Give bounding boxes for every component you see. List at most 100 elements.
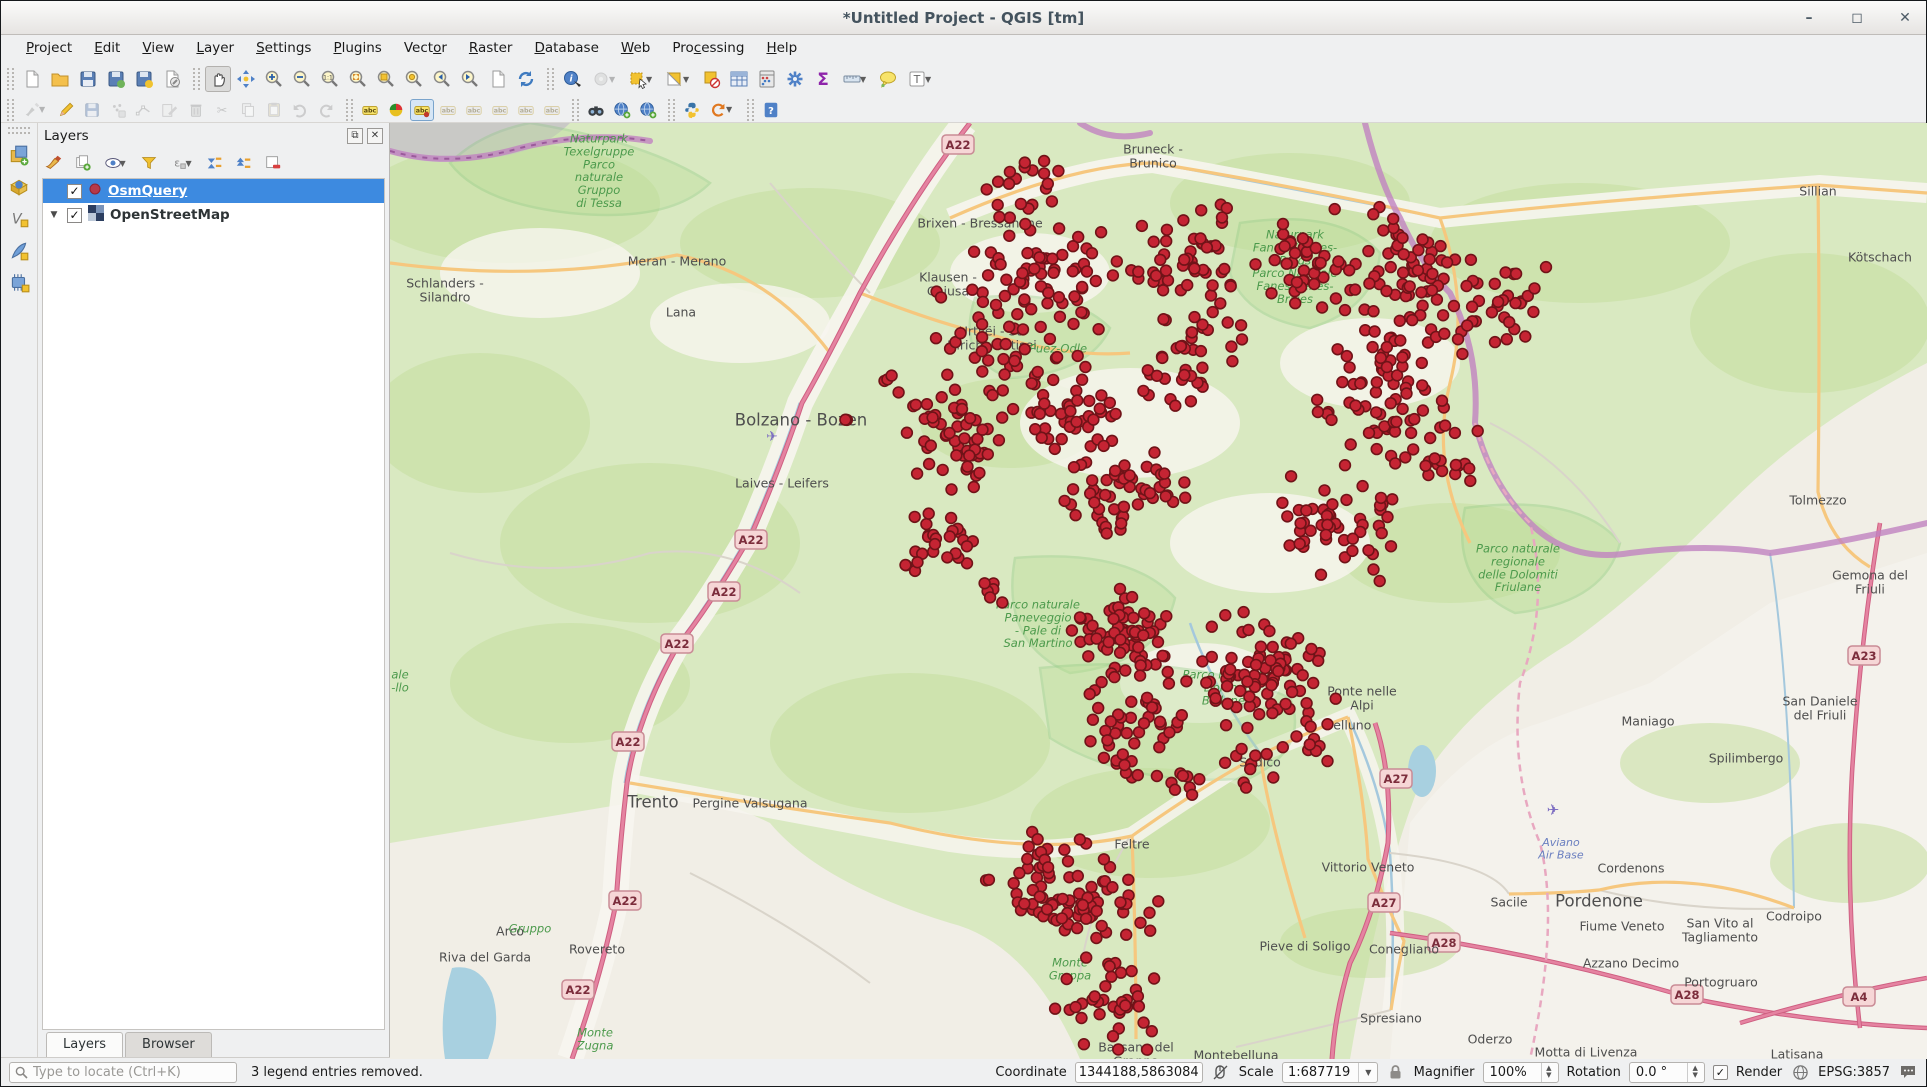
paste-features-icon[interactable] [262,99,286,121]
deselect-features-icon[interactable] [698,66,724,92]
layer-checkbox[interactable]: ✓ [67,184,82,199]
lock-scale-icon[interactable] [1386,1062,1406,1082]
project-properties-icon[interactable] [159,66,185,92]
toggle-editing-icon[interactable] [54,99,78,121]
menu-vector[interactable]: Vector [393,37,458,59]
toolbar-handle[interactable] [668,99,675,121]
toolbar-handle[interactable] [7,68,14,90]
select-features-icon[interactable]: ▼ [624,66,659,92]
new-map-view-icon[interactable] [485,66,511,92]
pin-labels-icon[interactable]: abc [410,99,434,121]
highlight-pinned-icon[interactable]: abc [436,99,460,121]
menu-processing[interactable]: Processing [661,37,755,59]
quickosm-icon[interactable] [636,99,660,121]
collapse-all-icon[interactable] [232,151,256,175]
zoom-native-icon[interactable]: 1:1 [317,66,343,92]
menu-help[interactable]: Help [755,37,808,59]
panel-close-icon[interactable]: ✕ [367,128,383,144]
menu-view[interactable]: View [131,37,185,59]
manage-map-themes-icon[interactable]: ▼ [100,151,132,175]
refresh-icon[interactable] [513,66,539,92]
cut-features-icon[interactable]: ✂ [210,99,234,121]
maximize-button[interactable]: ◻ [1846,7,1868,29]
menu-edit[interactable]: Edit [83,37,131,59]
current-edits-icon[interactable]: ▼ [19,99,52,121]
show-hide-labels-icon[interactable]: abc [462,99,486,121]
pan-map-icon[interactable] [205,66,231,92]
modify-attributes-icon[interactable] [158,99,182,121]
rotation-spinner[interactable]: 0.0 °▲▼ [1629,1062,1705,1083]
layer-tree[interactable]: ✓OsmQuery▼✓OpenStreetMap [42,178,385,1030]
toolbar-handle[interactable] [572,99,579,121]
messages-icon[interactable] [1898,1062,1918,1082]
panel-float-icon[interactable]: ⧉ [347,128,363,144]
new-scratch-layer-icon[interactable] [6,270,32,296]
open-attribute-table-icon[interactable] [726,66,752,92]
toolbar-handle[interactable] [7,99,14,121]
change-label-icon[interactable]: abc [540,99,564,121]
toolbar-handle[interactable] [747,99,754,121]
redo-icon[interactable] [314,99,338,121]
add-group-icon[interactable] [71,151,95,175]
statistical-summary-icon[interactable]: Σ [810,66,836,92]
menu-web[interactable]: Web [610,37,661,59]
layer-checkbox[interactable]: ✓ [67,208,82,223]
rotate-label-icon[interactable]: abc [514,99,538,121]
layer-diagram-icon[interactable] [384,99,408,121]
new-geopackage-layer-icon[interactable] [6,174,32,200]
panel-tab-layers[interactable]: Layers [46,1032,123,1057]
identify-features-icon[interactable]: i [559,66,585,92]
toolbar-handle[interactable] [346,99,353,121]
toolbar-handle[interactable] [193,68,200,90]
processing-toolbox-icon[interactable] [782,66,808,92]
zoom-to-layer-icon[interactable] [401,66,427,92]
new-project-icon[interactable] [19,66,45,92]
zoom-last-icon[interactable] [429,66,455,92]
zoom-in-icon[interactable] [261,66,287,92]
text-annotation-icon[interactable]: T▼ [903,66,938,92]
python-console-icon[interactable] [680,99,704,121]
menu-raster[interactable]: Raster [458,37,524,59]
menu-settings[interactable]: Settings [245,37,322,59]
expand-all-icon[interactable] [203,151,227,175]
field-calculator-icon[interactable] [754,66,780,92]
crs-globe-icon[interactable] [1790,1062,1810,1082]
magnifier-spinner[interactable]: 100%▲▼ [1483,1062,1559,1083]
menu-database[interactable]: Database [523,37,609,59]
undo-icon[interactable] [288,99,312,121]
menu-plugins[interactable]: Plugins [322,37,392,59]
layer-item-osmquery[interactable]: ✓OsmQuery [43,179,384,203]
panel-tab-browser[interactable]: Browser [125,1032,212,1057]
add-record-icon[interactable] [106,99,130,121]
move-label-icon[interactable]: abc [488,99,512,121]
menu-project[interactable]: Project [15,37,83,59]
help-contents-icon[interactable]: ? [759,99,783,121]
locator-bar[interactable] [9,1062,237,1083]
select-by-value-icon[interactable]: ▼ [661,66,696,92]
layer-expander[interactable]: ▼ [47,210,61,220]
render-checkbox[interactable]: ✓ [1713,1065,1728,1080]
zoom-next-icon[interactable] [457,66,483,92]
close-button[interactable]: ✕ [1894,7,1916,29]
filter-by-expression-icon[interactable]: ε▼ [166,151,198,175]
layer-labeling-icon[interactable]: abc [358,99,382,121]
filter-legend-icon[interactable] [137,151,161,175]
data-source-manager-icon[interactable] [6,142,32,168]
pan-to-selection-icon[interactable] [233,66,259,92]
save-to-template-icon[interactable] [131,66,157,92]
layer-item-openstreetmap[interactable]: ▼✓OpenStreetMap [43,203,384,227]
remove-layer-icon[interactable] [261,151,285,175]
run-feature-action-icon[interactable]: ▼ [587,66,622,92]
coordinate-field[interactable]: 1344188,5863084 [1075,1062,1203,1083]
map-tips-icon[interactable] [875,66,901,92]
menu-layer[interactable]: Layer [185,37,245,59]
zoom-full-icon[interactable] [345,66,371,92]
minimize-button[interactable]: – [1798,7,1820,29]
toolbar-handle[interactable] [547,68,554,90]
map-canvas[interactable]: A22A22A22A22A22A22A22A27A27A28A28A23A4Br… [389,123,1926,1057]
open-layer-styling-icon[interactable] [42,151,66,175]
titlebar[interactable]: *Untitled Project - QGIS [tm] – ◻ ✕ [1,1,1926,35]
save-project-icon[interactable] [75,66,101,92]
delete-selected-icon[interactable] [184,99,208,121]
osm-place-search-icon[interactable] [584,99,608,121]
